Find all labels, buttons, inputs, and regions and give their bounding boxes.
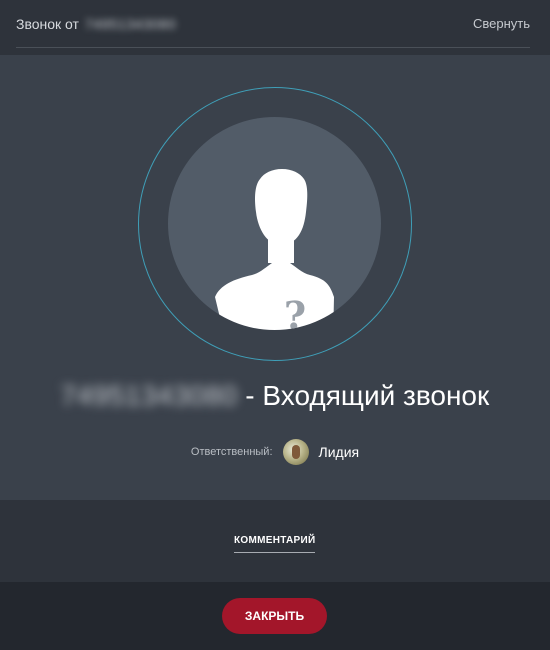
caller-avatar: ?: [168, 117, 381, 330]
close-button[interactable]: ЗАКРЫТЬ: [222, 598, 327, 634]
header-title-prefix: Звонок от: [16, 15, 79, 32]
unknown-person-icon: ?: [215, 169, 334, 330]
comments-section: КОММЕНТАРИЙ: [0, 500, 550, 582]
collapse-link[interactable]: Свернуть: [473, 16, 530, 31]
responsible-label: Ответственный:: [190, 446, 273, 458]
header-bar: Звонок от 74951343080 Свернуть: [16, 0, 530, 48]
responsible-avatar[interactable]: [282, 439, 309, 465]
caller-number: 74951343080: [60, 380, 238, 411]
call-footer: ЗАКРЫТЬ: [0, 582, 550, 650]
responsible-name[interactable]: Лидия: [319, 444, 360, 460]
call-header: Звонок от 74951343080 Свернуть: [0, 0, 550, 55]
svg-text:?: ?: [284, 293, 306, 330]
tab-comment[interactable]: КОММЕНТАРИЙ: [234, 535, 316, 553]
header-title: Звонок от 74951343080: [16, 16, 176, 32]
responsible-row: Ответственный: Лидия: [0, 439, 550, 465]
call-panel: ? 74951343080 - Входящий звонок Ответств…: [0, 55, 550, 500]
header-caller-number: 74951343080: [84, 15, 177, 32]
call-status: - Входящий звонок: [245, 380, 490, 411]
caller-line: 74951343080 - Входящий звонок: [0, 380, 550, 412]
